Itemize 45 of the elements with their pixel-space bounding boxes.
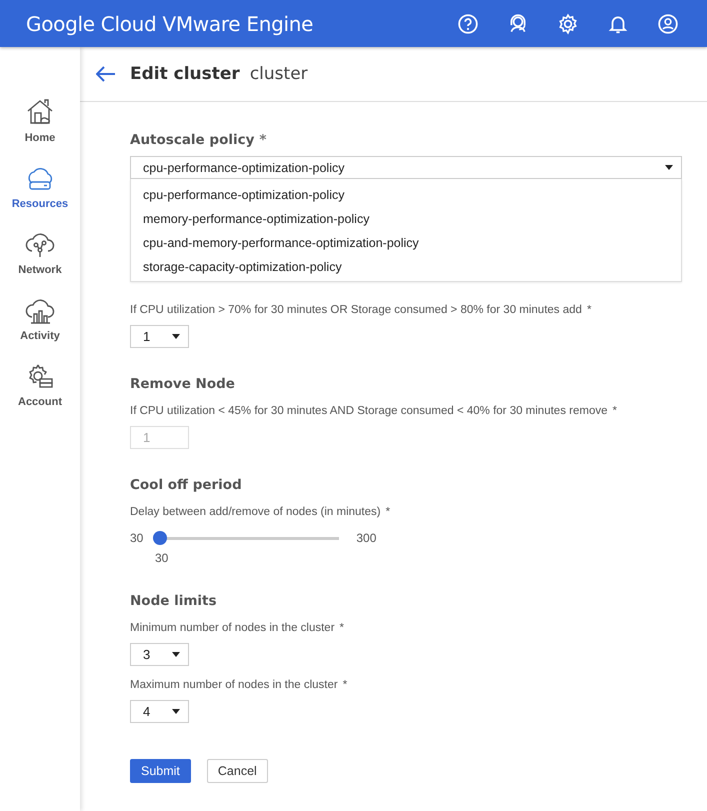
required-mark: * (342, 679, 348, 691)
nav-item[interactable]: Activity (20, 295, 60, 342)
field-label: Minimum number of nodes in the cluster (130, 622, 335, 634)
cancel-button[interactable]: Cancel (206, 759, 268, 783)
settings-icon[interactable] (557, 12, 579, 34)
account-icon[interactable] (657, 12, 679, 34)
slider-max-label: 300 (356, 531, 376, 545)
app-title: Google Cloud VMware Engine (26, 12, 314, 36)
nav-item[interactable]: Resources (12, 163, 68, 210)
caret-icon (172, 652, 180, 657)
cluster-name: cluster (250, 64, 308, 84)
slider-min-label: 30 (130, 531, 144, 545)
nav-item[interactable]: Network (18, 229, 62, 276)
menu-option[interactable]: memory-performance-optimization-policy (131, 207, 681, 231)
required-mark: * (586, 304, 592, 316)
field-label: If CPU utilization > 70% for 30 minutes OR Storage consumed > 80% for 30 minutes add (130, 304, 582, 316)
policy-dropdown[interactable]: cpu-performance-optimization-policy (130, 156, 682, 179)
section-heading: Node limits (130, 593, 218, 609)
number-dropdown[interactable]: 1 (130, 325, 189, 348)
number-dropdown[interactable]: 3 (130, 643, 189, 666)
caret-icon (172, 334, 180, 339)
caret-icon (665, 165, 673, 170)
menu-option[interactable]: storage-capacity-optimization-policy (131, 255, 681, 279)
slider-value: 30 (155, 551, 168, 565)
nav-item[interactable]: Home (24, 97, 56, 144)
required-mark: * (340, 622, 344, 634)
menu-option[interactable]: cpu-performance-optimization-policy (131, 183, 681, 207)
page-title: Edit cluster (130, 64, 240, 84)
section-heading: Cool off period (130, 477, 243, 493)
required-mark: * (386, 506, 390, 518)
nav-item[interactable]: Account (18, 361, 62, 408)
field-label: Delay between add/remove of nodes (in minutes) (130, 506, 381, 518)
number-dropdown[interactable]: 4 (130, 700, 189, 723)
field-label: If CPU utilization < 45% for 30 minutes AND Storage consumed < 40% for 30 minutes remove (130, 405, 608, 417)
back-arrow-icon[interactable] (96, 66, 116, 82)
menu-option[interactable]: cpu-and-memory-performance-optimization-policy (131, 231, 681, 255)
caret-icon (172, 709, 180, 714)
submit-button[interactable]: Submit (130, 759, 191, 783)
slider-thumb[interactable] (153, 531, 168, 545)
field-label: Maximum number of nodes in the cluster (130, 679, 338, 691)
required-mark: * (259, 132, 266, 148)
field-heading: Autoscale policy (130, 132, 254, 148)
help-icon[interactable] (457, 12, 479, 34)
section-heading: Remove Node (130, 376, 236, 392)
required-mark: * (612, 405, 617, 417)
